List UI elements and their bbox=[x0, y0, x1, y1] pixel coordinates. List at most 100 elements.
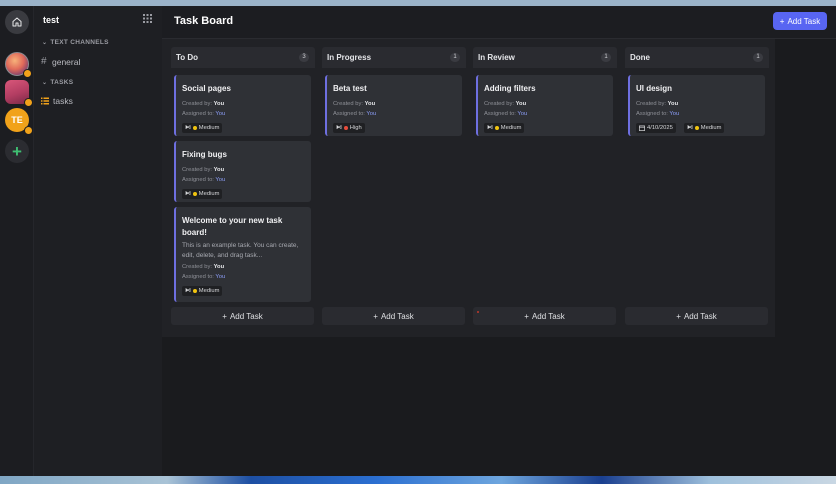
column-in-progress: In Progress 1 Beta test Created by: You … bbox=[322, 47, 466, 136]
channel-sidebar: test ⌄ TEXT CHANNELS # general ⌄ TASKS task… bbox=[34, 6, 162, 476]
assigned-to: Assigned to: You bbox=[182, 274, 226, 280]
task-card[interactable]: Adding filters Created by: You Assigned … bbox=[476, 75, 613, 136]
server-badge bbox=[24, 126, 33, 135]
plus-icon: + bbox=[676, 311, 681, 321]
tag-icon: ⧑ bbox=[185, 125, 191, 131]
task-card[interactable]: Fixing bugs Created by: You Assigned to:… bbox=[174, 141, 311, 202]
tag-icon: ⧑ bbox=[185, 288, 191, 294]
priority-dot bbox=[494, 126, 499, 130]
section-tasks[interactable]: ⌄ TASKS bbox=[42, 79, 73, 86]
add-task-in-review-button[interactable]: + Add Task bbox=[473, 307, 616, 325]
server-icon-sunset[interactable] bbox=[5, 52, 32, 78]
priority-tag: ⧑ Medium bbox=[182, 123, 223, 133]
channel-label: general bbox=[52, 56, 81, 67]
task-title: Social pages bbox=[182, 84, 231, 93]
task-title: UI design bbox=[636, 84, 673, 93]
created-by: Created by: You bbox=[484, 101, 527, 107]
column-count: 1 bbox=[601, 53, 611, 62]
priority-tag: ⧑ Medium bbox=[684, 123, 725, 133]
home-button[interactable] bbox=[5, 10, 29, 34]
tag-icon: ⧑ bbox=[185, 191, 191, 197]
hash-icon: # bbox=[41, 56, 47, 67]
server-icon-test[interactable]: TE bbox=[5, 108, 33, 135]
add-server-button[interactable]: + bbox=[5, 139, 29, 163]
task-card[interactable]: UI design Created by: You Assigned to: Y… bbox=[628, 75, 765, 136]
column-done: Done 1 UI design Created by: You Assigne… bbox=[625, 47, 769, 136]
priority-dot bbox=[694, 126, 699, 130]
task-title: Fixing bugs bbox=[182, 150, 227, 159]
column-header: In Progress 1 bbox=[322, 47, 466, 68]
priority-tag: ⧑ High bbox=[333, 123, 365, 133]
task-title: Welcome to your new task board! bbox=[182, 216, 283, 237]
add-task-todo-button[interactable]: + Add Task bbox=[171, 307, 314, 325]
priority-tag: ⧑ Medium bbox=[182, 286, 223, 296]
plus-icon: + bbox=[222, 311, 227, 321]
created-by: Created by: You bbox=[182, 101, 225, 107]
column-title: In Review bbox=[478, 53, 515, 62]
task-title: Adding filters bbox=[484, 84, 536, 93]
column-in-review: In Review 1 Adding filters Created by: Y… bbox=[473, 47, 617, 136]
channel-general[interactable]: # general bbox=[41, 56, 80, 67]
task-list-icon bbox=[41, 97, 49, 105]
column-count: 1 bbox=[753, 53, 763, 62]
chevron-down-icon: ⌄ bbox=[42, 40, 48, 46]
plus-icon: + bbox=[373, 311, 378, 321]
task-card[interactable]: Welcome to your new task board! This is … bbox=[174, 207, 311, 302]
channel-tasks[interactable]: tasks bbox=[41, 96, 73, 106]
add-task-done-button[interactable]: + Add Task bbox=[625, 307, 768, 325]
priority-dot bbox=[192, 192, 197, 196]
assigned-to: Assigned to: You bbox=[484, 111, 528, 117]
task-card[interactable]: Beta test Created by: You Assigned to: Y… bbox=[325, 75, 462, 136]
grid-menu-icon[interactable] bbox=[143, 14, 152, 23]
column-header: In Review 1 bbox=[473, 47, 617, 68]
chevron-down-icon: ⌄ bbox=[42, 80, 48, 86]
main-area: Task Board + Add Task To Do 3 Social page… bbox=[162, 6, 836, 476]
server-icon-pink[interactable] bbox=[5, 80, 33, 107]
task-board: To Do 3 Social pages Created by: You Ass… bbox=[162, 39, 775, 337]
cursor-mark bbox=[477, 311, 479, 313]
task-description: This is an example task. You can create,… bbox=[182, 242, 299, 259]
column-header: Done 1 bbox=[625, 47, 769, 68]
plus-icon: + bbox=[779, 16, 785, 26]
server-rail: TE + bbox=[0, 6, 34, 476]
page-title: Task Board bbox=[174, 15, 234, 27]
task-card[interactable]: Social pages Created by: You Assigned to… bbox=[174, 75, 311, 136]
channel-label: tasks bbox=[53, 96, 73, 106]
column-header: To Do 3 bbox=[171, 47, 315, 68]
add-task-in-progress-button[interactable]: + Add Task bbox=[322, 307, 465, 325]
due-date-tag: 4/10/2025 bbox=[636, 123, 676, 133]
tag-icon: ⧑ bbox=[487, 125, 493, 131]
column-to-do: To Do 3 Social pages Created by: You Ass… bbox=[171, 47, 315, 302]
column-title: Done bbox=[630, 53, 650, 62]
priority-tag: ⧑ Medium bbox=[484, 123, 525, 133]
server-badge bbox=[23, 69, 32, 78]
assigned-to: Assigned to: You bbox=[182, 111, 226, 117]
tag-icon: ⧑ bbox=[687, 125, 693, 131]
priority-dot bbox=[192, 126, 197, 130]
column-count: 3 bbox=[299, 53, 309, 62]
column-title: In Progress bbox=[327, 53, 372, 62]
created-by: Created by: You bbox=[182, 167, 225, 173]
assigned-to: Assigned to: You bbox=[333, 111, 377, 117]
priority-dot bbox=[343, 126, 348, 130]
plus-icon: + bbox=[12, 141, 22, 161]
section-text-channels[interactable]: ⌄ TEXT CHANNELS bbox=[42, 39, 109, 46]
plus-icon: + bbox=[524, 311, 529, 321]
calendar-icon bbox=[639, 125, 645, 131]
server-abbr: TE bbox=[11, 115, 23, 125]
add-task-button[interactable]: + Add Task bbox=[773, 12, 827, 30]
created-by: Created by: You bbox=[182, 264, 225, 270]
created-by: Created by: You bbox=[333, 101, 376, 107]
assigned-to: Assigned to: You bbox=[182, 177, 226, 183]
priority-tag: ⧑ Medium bbox=[182, 189, 223, 199]
tag-icon: ⧑ bbox=[336, 125, 342, 131]
server-name: test bbox=[43, 15, 60, 25]
column-title: To Do bbox=[176, 53, 199, 62]
server-badge bbox=[24, 98, 33, 107]
home-icon bbox=[12, 17, 22, 27]
priority-dot bbox=[192, 289, 197, 293]
created-by: Created by: You bbox=[636, 101, 679, 107]
assigned-to: Assigned to: You bbox=[636, 111, 680, 117]
task-title: Beta test bbox=[333, 84, 367, 93]
desktop-taskbar-strip bbox=[0, 476, 836, 484]
